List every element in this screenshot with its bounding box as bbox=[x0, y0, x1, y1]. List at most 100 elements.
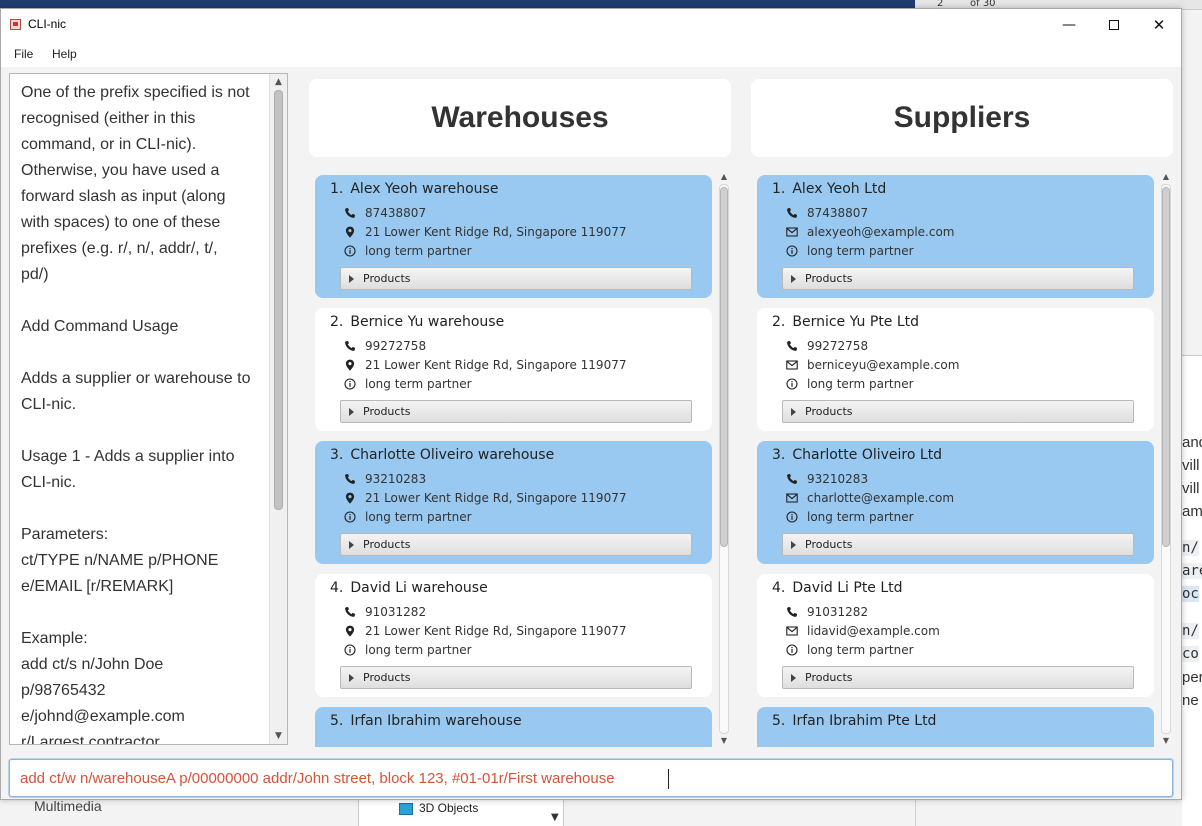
warehouse-list-scrollbar[interactable]: ▲ ▼ bbox=[717, 171, 731, 747]
warehouse-name: David Li warehouse bbox=[350, 580, 488, 596]
supplier-card-title: 5. Irfan Ibrahim Pte Ltd bbox=[772, 713, 936, 729]
products-expander[interactable]: Products bbox=[782, 666, 1134, 689]
card-detail-text: 91031282 bbox=[365, 605, 427, 619]
products-expander[interactable]: Products bbox=[782, 533, 1134, 556]
email-icon bbox=[786, 226, 798, 238]
warehouse-scroll-thumb[interactable] bbox=[720, 187, 728, 547]
warehouse-name: Alex Yeoh warehouse bbox=[350, 181, 499, 197]
scroll-up-icon[interactable]: ▲ bbox=[270, 75, 287, 89]
result-line: Adds a supplier or warehouse to bbox=[21, 370, 251, 387]
card-index: 4. bbox=[330, 580, 344, 596]
card-detail-text: long term partner bbox=[807, 244, 914, 258]
products-label: Products bbox=[805, 538, 853, 551]
expand-arrow-icon bbox=[349, 274, 354, 283]
products-expander[interactable]: Products bbox=[340, 267, 692, 290]
result-line: recognised (either in this bbox=[21, 110, 196, 127]
card-index: 5. bbox=[772, 713, 786, 729]
warehouse-card[interactable]: 4. David Li warehouse 91031282 21 Lower Ken… bbox=[315, 574, 712, 697]
minimize-button[interactable]: — bbox=[1046, 9, 1092, 41]
supplier-card-title: 3. Charlotte Oliveiro Ltd bbox=[772, 447, 942, 463]
result-scrollbar[interactable]: ▲ ▼ bbox=[269, 74, 287, 744]
scroll-up-icon[interactable]: ▲ bbox=[717, 171, 731, 183]
background-window-strip bbox=[0, 0, 920, 8]
warehouse-card[interactable]: 2. Bernice Yu warehouse 99272758 21 Lower K… bbox=[315, 308, 712, 431]
card-detail-row: berniceyu@example.com bbox=[786, 358, 959, 372]
app-window: CLI-nic — ✕ File Help One of the prefix … bbox=[0, 8, 1182, 800]
supplier-card[interactable]: 2. Bernice Yu Pte Ltd 99272758 berniceyu@ex… bbox=[757, 308, 1154, 431]
command-input[interactable] bbox=[10, 760, 1172, 796]
tree-item-3d-objects[interactable]: 3D Objects bbox=[419, 801, 478, 815]
card-detail-text: 21 Lower Kent Ridge Rd, Singapore 119077 bbox=[365, 225, 627, 239]
supplier-card[interactable]: 4. David Li Pte Ltd 91031282 lidavid@exampl… bbox=[757, 574, 1154, 697]
card-detail-text: 21 Lower Kent Ridge Rd, Singapore 119077 bbox=[365, 358, 627, 372]
email-icon bbox=[786, 492, 798, 504]
result-line: Example: bbox=[21, 630, 88, 647]
card-detail-row: long term partner bbox=[786, 643, 914, 657]
card-detail-row: 87438807 bbox=[344, 206, 426, 220]
result-line: Add Command Usage bbox=[21, 318, 179, 335]
result-line: Otherwise, you have used a bbox=[21, 162, 220, 179]
supplier-scroll-thumb[interactable] bbox=[1162, 187, 1170, 547]
supplier-card[interactable]: 5. Irfan Ibrahim Pte Ltd bbox=[757, 707, 1154, 747]
warehouse-card-title: 4. David Li warehouse bbox=[330, 580, 488, 596]
warehouse-card[interactable]: 5. Irfan Ibrahim warehouse bbox=[315, 707, 712, 747]
info-icon bbox=[786, 378, 798, 390]
menu-help[interactable]: Help bbox=[52, 47, 77, 61]
warehouse-name: Irfan Ibrahim warehouse bbox=[350, 713, 522, 729]
result-line bbox=[21, 418, 263, 444]
card-index: 2. bbox=[330, 314, 344, 330]
phone-icon bbox=[786, 473, 798, 485]
command-box[interactable] bbox=[9, 759, 1173, 797]
result-display[interactable]: One of the prefix specified is not recogn… bbox=[9, 73, 288, 745]
phone-icon bbox=[786, 340, 798, 352]
background-explorer-strip: Multimedia 3D Objects ▼ bbox=[0, 798, 915, 826]
card-detail-text: long term partner bbox=[365, 510, 472, 524]
warehouse-card[interactable]: 1. Alex Yeoh warehouse 87438807 21 Lower Ke… bbox=[315, 175, 712, 298]
scroll-down-icon[interactable]: ▼ bbox=[1159, 735, 1173, 747]
result-scroll-thumb[interactable] bbox=[274, 90, 283, 510]
warehouse-name: Bernice Yu warehouse bbox=[350, 314, 505, 330]
supplier-name: David Li Pte Ltd bbox=[792, 580, 903, 596]
3d-objects-icon bbox=[399, 803, 413, 815]
products-label: Products bbox=[805, 405, 853, 418]
supplier-card[interactable]: 3. Charlotte Oliveiro Ltd 93210283 charlott… bbox=[757, 441, 1154, 564]
minimize-icon: — bbox=[1062, 17, 1076, 33]
location-pin-icon bbox=[344, 492, 356, 504]
supplier-list-scrollbar[interactable]: ▲ ▼ bbox=[1159, 171, 1173, 747]
menu-file[interactable]: File bbox=[14, 47, 33, 61]
supplier-list-items: 1. Alex Yeoh Ltd 87438807 alexyeoh@example.… bbox=[757, 175, 1154, 747]
info-icon bbox=[786, 245, 798, 257]
warehouse-card[interactable]: 3. Charlotte Oliveiro warehouse 93210283 21… bbox=[315, 441, 712, 564]
location-pin-icon bbox=[344, 625, 356, 637]
suppliers-header: Suppliers bbox=[751, 79, 1173, 157]
products-expander[interactable]: Products bbox=[340, 666, 692, 689]
card-detail-row: 93210283 bbox=[786, 472, 868, 486]
products-expander[interactable]: Products bbox=[340, 400, 692, 423]
products-expander[interactable]: Products bbox=[782, 400, 1134, 423]
supplier-card[interactable]: 1. Alex Yeoh Ltd 87438807 alexyeoh@example.… bbox=[757, 175, 1154, 298]
maximize-button[interactable] bbox=[1091, 9, 1137, 41]
products-expander[interactable]: Products bbox=[340, 533, 692, 556]
card-detail-text: 87438807 bbox=[807, 206, 869, 220]
card-detail-row: 93210283 bbox=[344, 472, 426, 486]
result-line: e/johnd@example.com bbox=[21, 708, 185, 725]
window-title: CLI-nic bbox=[28, 17, 67, 31]
close-button[interactable]: ✕ bbox=[1136, 9, 1182, 41]
phone-icon bbox=[786, 207, 798, 219]
scroll-down-icon[interactable]: ▼ bbox=[270, 729, 287, 743]
scroll-down-icon[interactable]: ▼ bbox=[717, 735, 731, 747]
title-bar[interactable]: CLI-nic — ✕ bbox=[1, 9, 1181, 41]
products-expander[interactable]: Products bbox=[782, 267, 1134, 290]
text-caret bbox=[668, 769, 669, 789]
warehouse-list[interactable]: 1. Alex Yeoh warehouse 87438807 21 Lower Ke… bbox=[309, 171, 731, 747]
supplier-list[interactable]: 1. Alex Yeoh Ltd 87438807 alexyeoh@example.… bbox=[751, 171, 1173, 747]
location-pin-icon bbox=[344, 359, 356, 371]
card-detail-row: 21 Lower Kent Ridge Rd, Singapore 119077 bbox=[344, 491, 626, 505]
scroll-up-icon[interactable]: ▲ bbox=[1159, 171, 1173, 183]
warehouse-card-title: 2. Bernice Yu warehouse bbox=[330, 314, 504, 330]
background-doc-text: n/ bbox=[1182, 623, 1199, 639]
result-line: e/EMAIL [r/REMARK] bbox=[21, 578, 174, 595]
supplier-card-title: 2. Bernice Yu Pte Ltd bbox=[772, 314, 919, 330]
result-line: prefixes (e.g. r/, n/, addr/, t/, bbox=[21, 240, 218, 257]
chevron-down-icon[interactable]: ▼ bbox=[551, 812, 559, 823]
